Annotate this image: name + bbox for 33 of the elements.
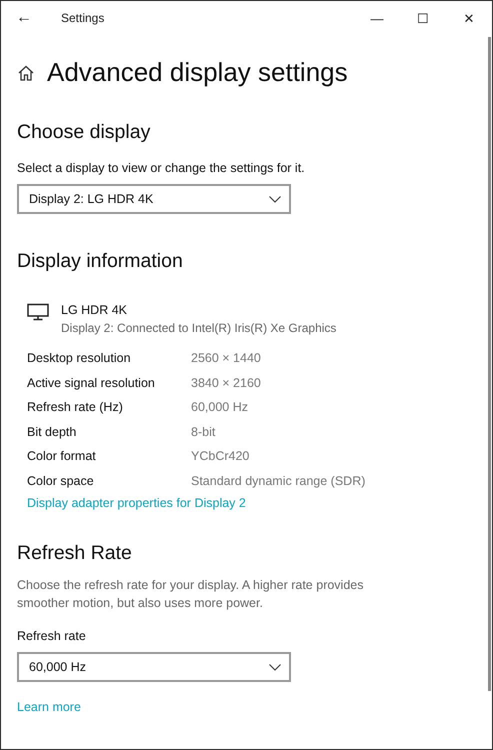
page-title: Advanced display settings	[47, 57, 348, 88]
info-label: Active signal resolution	[27, 374, 156, 392]
dropdown-label: Select a display to view or change the settings for it.	[17, 161, 306, 175]
display-dropdown[interactable]: Display 2: LG HDR 4K	[17, 184, 291, 214]
minimize-button[interactable]: —	[354, 1, 400, 35]
info-label: Color space	[27, 472, 95, 490]
monitor-icon	[27, 303, 49, 321]
refresh-rate-dropdown[interactable]: 60,000 Hz	[17, 652, 291, 682]
scrollbar[interactable]	[488, 37, 491, 691]
close-button[interactable]: ✕	[446, 1, 492, 35]
info-label: Color format	[27, 448, 97, 465]
section-heading: Display information	[17, 250, 184, 273]
info-value: YCbCr420	[191, 448, 250, 465]
info-label: Desktop resolution	[27, 350, 132, 367]
maximize-button[interactable]: ☐	[400, 1, 446, 35]
chevron-down-icon	[269, 196, 281, 202]
monitor-name: LG HDR 4K	[61, 303, 128, 317]
section-heading: Choose display	[17, 121, 152, 144]
info-value: 8-bit	[191, 424, 216, 440]
section-heading: Refresh Rate	[17, 542, 133, 565]
chevron-down-icon	[269, 664, 281, 670]
info-value: 60,000 Hz	[191, 399, 249, 416]
window-title: Settings	[61, 11, 106, 25]
info-value: 3840 × 2160	[191, 374, 262, 392]
monitor-description: Display 2: Connected to Intel(R) Iris(R) Xe Graphics	[61, 321, 336, 335]
info-value: 2560 × 1440	[191, 350, 262, 367]
back-button[interactable]: ←	[1, 1, 47, 35]
dropdown-label: Refresh rate	[17, 629, 87, 643]
info-value: Standard dynamic range (SDR)	[191, 472, 366, 490]
home-icon[interactable]	[17, 64, 35, 82]
section-description: Choose the refresh rate for your display. A higher rate provides smoother motion, but also uses more power.	[17, 577, 364, 612]
info-label: Bit depth	[27, 424, 78, 441]
info-label: Refresh rate (Hz)	[27, 399, 124, 416]
